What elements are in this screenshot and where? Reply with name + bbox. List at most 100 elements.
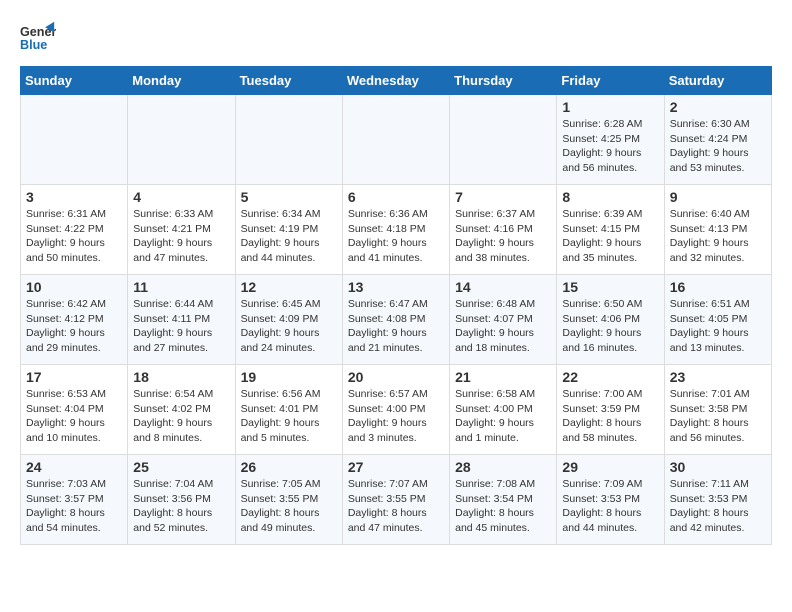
day-details: Sunrise: 6:44 AMSunset: 4:11 PMDaylight:… xyxy=(133,297,229,356)
calendar-cell: 21 Sunrise: 6:58 AMSunset: 4:00 PMDayligh… xyxy=(450,365,557,455)
calendar-cell: 19 Sunrise: 6:56 AMSunset: 4:01 PMDayligh… xyxy=(235,365,342,455)
day-number: 13 xyxy=(348,279,444,295)
day-details: Sunrise: 6:30 AMSunset: 4:24 PMDaylight:… xyxy=(670,117,766,176)
day-details: Sunrise: 6:48 AMSunset: 4:07 PMDaylight:… xyxy=(455,297,551,356)
calendar-cell: 4 Sunrise: 6:33 AMSunset: 4:21 PMDaylight… xyxy=(128,185,235,275)
day-number: 25 xyxy=(133,459,229,475)
calendar-cell: 22 Sunrise: 7:00 AMSunset: 3:59 PMDayligh… xyxy=(557,365,664,455)
calendar-cell xyxy=(450,95,557,185)
weekday-header-thursday: Thursday xyxy=(450,67,557,95)
page-header: General Blue xyxy=(20,20,772,56)
weekday-header-row: SundayMondayTuesdayWednesdayThursdayFrid… xyxy=(21,67,772,95)
calendar-cell: 26 Sunrise: 7:05 AMSunset: 3:55 PMDayligh… xyxy=(235,455,342,545)
calendar-cell: 16Sunrise: 6:51 AMSunset: 4:05 PMDayligh… xyxy=(664,275,771,365)
day-number: 10 xyxy=(26,279,122,295)
day-number: 27 xyxy=(348,459,444,475)
day-details: Sunrise: 6:31 AMSunset: 4:22 PMDaylight:… xyxy=(26,207,122,266)
calendar-cell: 17 Sunrise: 6:53 AMSunset: 4:04 PMDayligh… xyxy=(21,365,128,455)
day-number: 5 xyxy=(241,189,337,205)
day-number: 29 xyxy=(562,459,658,475)
calendar-cell xyxy=(342,95,449,185)
day-number: 22 xyxy=(562,369,658,385)
calendar-cell: 23Sunrise: 7:01 AMSunset: 3:58 PMDayligh… xyxy=(664,365,771,455)
day-number: 2 xyxy=(670,99,766,115)
day-details: Sunrise: 6:45 AMSunset: 4:09 PMDaylight:… xyxy=(241,297,337,356)
calendar-cell xyxy=(235,95,342,185)
calendar-cell: 25 Sunrise: 7:04 AMSunset: 3:56 PMDayligh… xyxy=(128,455,235,545)
day-number: 7 xyxy=(455,189,551,205)
weekday-header-tuesday: Tuesday xyxy=(235,67,342,95)
calendar-cell: 12 Sunrise: 6:45 AMSunset: 4:09 PMDayligh… xyxy=(235,275,342,365)
calendar-cell: 13 Sunrise: 6:47 AMSunset: 4:08 PMDayligh… xyxy=(342,275,449,365)
weekday-header-sunday: Sunday xyxy=(21,67,128,95)
calendar-week-row: 10Sunrise: 6:42 AMSunset: 4:12 PMDayligh… xyxy=(21,275,772,365)
day-details: Sunrise: 7:07 AMSunset: 3:55 PMDaylight:… xyxy=(348,477,444,536)
day-details: Sunrise: 6:47 AMSunset: 4:08 PMDaylight:… xyxy=(348,297,444,356)
day-details: Sunrise: 6:33 AMSunset: 4:21 PMDaylight:… xyxy=(133,207,229,266)
day-number: 3 xyxy=(26,189,122,205)
day-number: 23 xyxy=(670,369,766,385)
logo: General Blue xyxy=(20,20,56,56)
day-details: Sunrise: 6:28 AMSunset: 4:25 PMDaylight:… xyxy=(562,117,658,176)
weekday-header-friday: Friday xyxy=(557,67,664,95)
logo-icon: General Blue xyxy=(20,20,56,56)
day-number: 12 xyxy=(241,279,337,295)
day-number: 4 xyxy=(133,189,229,205)
calendar-cell: 7 Sunrise: 6:37 AMSunset: 4:16 PMDaylight… xyxy=(450,185,557,275)
calendar-cell: 18 Sunrise: 6:54 AMSunset: 4:02 PMDayligh… xyxy=(128,365,235,455)
day-number: 19 xyxy=(241,369,337,385)
day-details: Sunrise: 6:37 AMSunset: 4:16 PMDaylight:… xyxy=(455,207,551,266)
day-number: 8 xyxy=(562,189,658,205)
day-details: Sunrise: 7:03 AMSunset: 3:57 PMDaylight:… xyxy=(26,477,122,536)
calendar-cell: 11Sunrise: 6:44 AMSunset: 4:11 PMDayligh… xyxy=(128,275,235,365)
day-details: Sunrise: 7:04 AMSunset: 3:56 PMDaylight:… xyxy=(133,477,229,536)
calendar-week-row: 1 Sunrise: 6:28 AMSunset: 4:25 PMDaylight… xyxy=(21,95,772,185)
day-details: Sunrise: 7:05 AMSunset: 3:55 PMDaylight:… xyxy=(241,477,337,536)
calendar-table: SundayMondayTuesdayWednesdayThursdayFrid… xyxy=(20,66,772,545)
day-number: 1 xyxy=(562,99,658,115)
calendar-week-row: 3 Sunrise: 6:31 AMSunset: 4:22 PMDaylight… xyxy=(21,185,772,275)
calendar-cell: 14 Sunrise: 6:48 AMSunset: 4:07 PMDayligh… xyxy=(450,275,557,365)
day-details: Sunrise: 6:34 AMSunset: 4:19 PMDaylight:… xyxy=(241,207,337,266)
day-number: 18 xyxy=(133,369,229,385)
day-number: 14 xyxy=(455,279,551,295)
day-details: Sunrise: 6:57 AMSunset: 4:00 PMDaylight:… xyxy=(348,387,444,446)
day-number: 26 xyxy=(241,459,337,475)
day-details: Sunrise: 6:58 AMSunset: 4:00 PMDaylight:… xyxy=(455,387,551,446)
day-number: 15 xyxy=(562,279,658,295)
day-number: 21 xyxy=(455,369,551,385)
calendar-cell: 20 Sunrise: 6:57 AMSunset: 4:00 PMDayligh… xyxy=(342,365,449,455)
day-details: Sunrise: 6:53 AMSunset: 4:04 PMDaylight:… xyxy=(26,387,122,446)
calendar-cell: 8 Sunrise: 6:39 AMSunset: 4:15 PMDaylight… xyxy=(557,185,664,275)
day-number: 24 xyxy=(26,459,122,475)
day-details: Sunrise: 7:11 AMSunset: 3:53 PMDaylight:… xyxy=(670,477,766,536)
day-details: Sunrise: 6:36 AMSunset: 4:18 PMDaylight:… xyxy=(348,207,444,266)
calendar-cell: 5 Sunrise: 6:34 AMSunset: 4:19 PMDaylight… xyxy=(235,185,342,275)
calendar-cell: 10Sunrise: 6:42 AMSunset: 4:12 PMDayligh… xyxy=(21,275,128,365)
day-number: 20 xyxy=(348,369,444,385)
day-details: Sunrise: 6:39 AMSunset: 4:15 PMDaylight:… xyxy=(562,207,658,266)
day-details: Sunrise: 7:08 AMSunset: 3:54 PMDaylight:… xyxy=(455,477,551,536)
calendar-cell: 9Sunrise: 6:40 AMSunset: 4:13 PMDaylight… xyxy=(664,185,771,275)
weekday-header-saturday: Saturday xyxy=(664,67,771,95)
calendar-cell: 15 Sunrise: 6:50 AMSunset: 4:06 PMDayligh… xyxy=(557,275,664,365)
calendar-cell: 1 Sunrise: 6:28 AMSunset: 4:25 PMDaylight… xyxy=(557,95,664,185)
day-details: Sunrise: 6:50 AMSunset: 4:06 PMDaylight:… xyxy=(562,297,658,356)
day-details: Sunrise: 6:51 AMSunset: 4:05 PMDaylight:… xyxy=(670,297,766,356)
day-details: Sunrise: 7:09 AMSunset: 3:53 PMDaylight:… xyxy=(562,477,658,536)
calendar-cell: 2 Sunrise: 6:30 AMSunset: 4:24 PMDaylight… xyxy=(664,95,771,185)
day-details: Sunrise: 6:56 AMSunset: 4:01 PMDaylight:… xyxy=(241,387,337,446)
calendar-cell: 3 Sunrise: 6:31 AMSunset: 4:22 PMDaylight… xyxy=(21,185,128,275)
calendar-cell: 27 Sunrise: 7:07 AMSunset: 3:55 PMDayligh… xyxy=(342,455,449,545)
day-details: Sunrise: 6:54 AMSunset: 4:02 PMDaylight:… xyxy=(133,387,229,446)
weekday-header-wednesday: Wednesday xyxy=(342,67,449,95)
calendar-cell: 6Sunrise: 6:36 AMSunset: 4:18 PMDaylight… xyxy=(342,185,449,275)
day-details: Sunrise: 7:00 AMSunset: 3:59 PMDaylight:… xyxy=(562,387,658,446)
day-number: 17 xyxy=(26,369,122,385)
calendar-cell: 24 Sunrise: 7:03 AMSunset: 3:57 PMDayligh… xyxy=(21,455,128,545)
day-details: Sunrise: 6:40 AMSunset: 4:13 PMDaylight:… xyxy=(670,207,766,266)
calendar-cell xyxy=(128,95,235,185)
calendar-week-row: 17 Sunrise: 6:53 AMSunset: 4:04 PMDayligh… xyxy=(21,365,772,455)
weekday-header-monday: Monday xyxy=(128,67,235,95)
calendar-cell: 28Sunrise: 7:08 AMSunset: 3:54 PMDayligh… xyxy=(450,455,557,545)
